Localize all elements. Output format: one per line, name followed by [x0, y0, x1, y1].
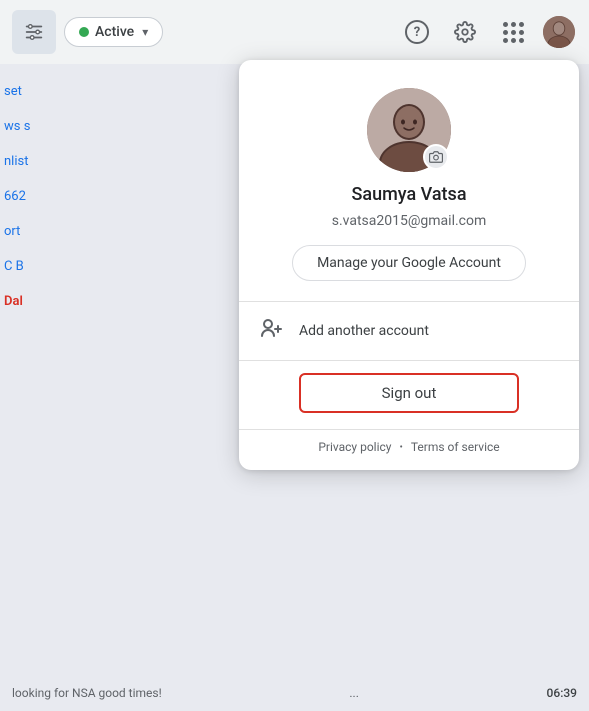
camera-icon — [429, 150, 443, 164]
user-name: Saumya Vatsa — [351, 184, 466, 205]
status-indicator — [79, 27, 89, 37]
panel-footer: Privacy policy • Terms of service — [239, 430, 579, 470]
filter-icon — [23, 21, 45, 43]
privacy-policy-link[interactable]: Privacy policy — [318, 440, 391, 454]
manage-account-button[interactable]: Manage your Google Account — [292, 245, 526, 281]
sidebar-item-3: nlist — [0, 154, 55, 169]
status-label: Active — [95, 24, 134, 40]
profile-avatar-wrapper — [367, 88, 451, 172]
add-account-icon — [259, 316, 283, 346]
settings-button[interactable] — [445, 12, 485, 52]
footer-separator: • — [399, 442, 402, 453]
profile-section: Saumya Vatsa s.vatsa2015@gmail.com Manag… — [239, 60, 579, 301]
sidebar-item-2: ws s — [0, 119, 55, 134]
signout-button[interactable]: Sign out — [299, 373, 519, 413]
message-preview: looking for NSA good times! — [12, 686, 162, 700]
sidebar-item-4: 662 — [0, 189, 55, 204]
add-account-label: Add another account — [299, 323, 429, 339]
top-bar: Active ▾ ? — [0, 0, 589, 64]
gear-icon — [454, 21, 476, 43]
terms-of-service-link[interactable]: Terms of service — [411, 440, 500, 454]
account-dropdown-panel: Saumya Vatsa s.vatsa2015@gmail.com Manag… — [239, 60, 579, 470]
status-pill[interactable]: Active ▾ — [64, 17, 163, 47]
apps-button[interactable] — [493, 12, 533, 52]
change-photo-button[interactable] — [423, 144, 449, 170]
bottom-bar: looking for NSA good times! ... 06:39 — [0, 675, 589, 711]
chevron-down-icon: ▾ — [142, 25, 148, 39]
sidebar-background: set ws s nlist 662 ort C B Dal — [0, 64, 55, 711]
bottom-time: 06:39 — [547, 686, 577, 700]
account-avatar-image — [543, 16, 575, 48]
bottom-dots: ... — [349, 686, 359, 700]
sidebar-item-5: ort — [0, 224, 55, 239]
sidebar-item-6: C B — [0, 259, 55, 274]
account-avatar-button[interactable] — [541, 14, 577, 50]
filter-button[interactable] — [12, 10, 56, 54]
sidebar-item-7: Dal — [0, 294, 55, 309]
add-account-row[interactable]: Add another account — [239, 302, 579, 360]
user-email: s.vatsa2015@gmail.com — [332, 213, 487, 229]
signout-section: Sign out — [239, 361, 579, 429]
sidebar-item-1: set — [0, 84, 55, 99]
question-icon: ? — [405, 20, 429, 44]
help-button[interactable]: ? — [397, 12, 437, 52]
grid-icon — [503, 22, 524, 43]
